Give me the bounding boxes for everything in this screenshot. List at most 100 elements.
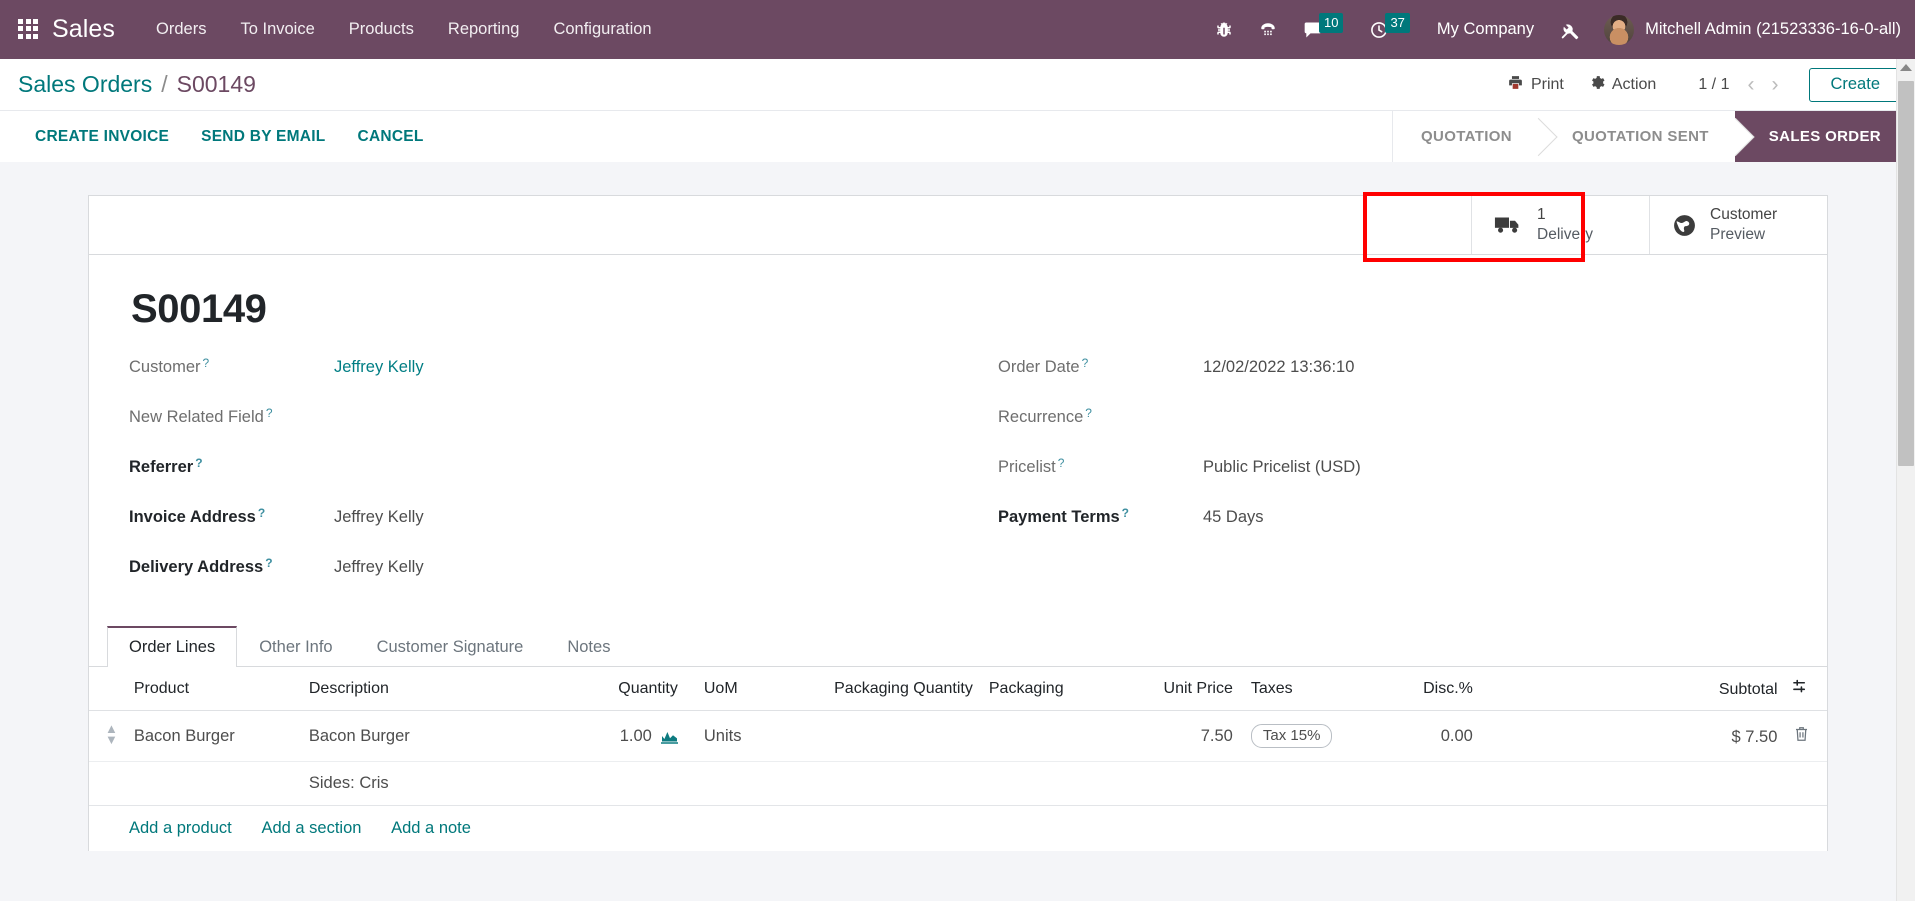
scrollbar-thumb[interactable]	[1898, 81, 1914, 466]
form-view: 1 Delivery Customer Preview S00149 Custo…	[0, 162, 1896, 901]
field-payment-terms-value[interactable]: 45 Days	[1203, 508, 1264, 527]
column-options-icon[interactable]	[1792, 679, 1809, 699]
app-brand-sales[interactable]: Sales	[52, 15, 115, 44]
tab-customer-signature[interactable]: Customer Signature	[355, 626, 546, 667]
col-description[interactable]: Description	[300, 667, 576, 711]
breadcrumb-sales-orders[interactable]: Sales Orders	[18, 71, 152, 98]
col-taxes[interactable]: Taxes	[1240, 667, 1371, 711]
scroll-up-arrow-icon[interactable]	[1900, 64, 1912, 71]
tab-other-info[interactable]: Other Info	[237, 626, 354, 667]
row-drag-handle-cell[interactable]: ▲ ▼	[89, 710, 126, 763]
table-row-sub-description[interactable]: Sides: Cris	[89, 761, 1827, 807]
tab-order-lines[interactable]: Order Lines	[107, 626, 238, 667]
field-invoice-address-value[interactable]: Jeffrey Kelly	[334, 508, 424, 527]
col-packaging-quantity[interactable]: Packaging Quantity	[805, 667, 981, 711]
help-icon[interactable]: ?	[1058, 456, 1065, 470]
menu-orders[interactable]: Orders	[139, 13, 223, 46]
cell-unit-price[interactable]: 7.50	[1130, 710, 1241, 763]
menu-reporting[interactable]: Reporting	[431, 13, 537, 46]
user-menu[interactable]: Mitchell Admin (21523336-16-0-all)	[1604, 14, 1901, 45]
breadcrumb-current: S00149	[176, 71, 256, 97]
company-switcher[interactable]: My Company	[1437, 20, 1534, 39]
messages-icon[interactable]: 10	[1303, 12, 1344, 40]
printer-icon	[1507, 74, 1524, 96]
gear-icon	[1588, 74, 1605, 96]
apps-grid-icon[interactable]	[18, 18, 40, 41]
col-packaging[interactable]: Packaging	[980, 667, 1131, 711]
cell-packaging[interactable]	[980, 710, 1131, 763]
table-row[interactable]: ▲ ▼ Bacon Burger Bacon Burger 1.00 Units…	[89, 710, 1827, 763]
field-delivery-address-value[interactable]: Jeffrey Kelly	[334, 558, 424, 577]
col-product[interactable]: Product	[125, 667, 301, 711]
action-label: Action	[1611, 75, 1657, 93]
delivery-count: 1	[1537, 205, 1546, 223]
help-icon[interactable]: ?	[265, 556, 272, 570]
field-delivery-address-label: Delivery Address ?	[129, 556, 334, 577]
sheet-wrapper: 1 Delivery Customer Preview S00149 Custo…	[0, 195, 1896, 852]
control-panel-actions: Print Action 1 / 1 ‹ › Create	[1495, 67, 1901, 102]
control-panel-top: Sales Orders / S00149 Print Action 1 / 1…	[0, 59, 1915, 110]
field-pricelist: Pricelist ? Public Pricelist (USD)	[998, 456, 1787, 496]
status-stage-sales-order[interactable]: Sales Order	[1734, 111, 1915, 162]
cell-quantity[interactable]: 1.00	[575, 710, 686, 763]
drag-handle-icon[interactable]: ▲ ▼	[105, 722, 118, 746]
cell-taxes[interactable]: Tax 15%	[1240, 710, 1371, 763]
delivery-smart-button[interactable]: 1 Delivery	[1471, 196, 1649, 254]
pager-previous-button[interactable]: ‹	[1740, 74, 1761, 95]
menu-to-invoice[interactable]: To Invoice	[223, 13, 331, 46]
sparkline-forecast-icon[interactable]	[660, 729, 678, 744]
quantity-widget: 1.00	[620, 727, 678, 746]
voip-phone-icon[interactable]	[1259, 21, 1277, 39]
cell-description[interactable]: Bacon Burger	[300, 710, 576, 763]
vertical-scrollbar[interactable]	[1896, 59, 1915, 901]
col-uom[interactable]: UoM	[685, 667, 806, 711]
cancel-button[interactable]: CANCEL	[342, 120, 440, 154]
activities-clock-icon[interactable]: 37	[1369, 12, 1410, 40]
customer-preview-smart-button[interactable]: Customer Preview	[1649, 196, 1827, 254]
field-order-date-value[interactable]: 12/02/2022 13:36:10	[1203, 358, 1354, 377]
field-customer-value[interactable]: Jeffrey Kelly	[334, 358, 424, 377]
help-icon[interactable]: ?	[195, 456, 202, 470]
action-button[interactable]: Action	[1576, 68, 1668, 102]
col-discount[interactable]: Disc.%	[1370, 667, 1481, 711]
status-stage-quotation[interactable]: Quotation	[1393, 111, 1538, 162]
cell-discount[interactable]: 0.00	[1370, 710, 1481, 763]
quantity-value: 1.00	[619, 726, 652, 745]
col-quantity[interactable]: Quantity	[575, 667, 686, 711]
help-icon[interactable]: ?	[258, 506, 265, 520]
create-invoice-button[interactable]: CREATE INVOICE	[19, 120, 185, 154]
help-icon[interactable]: ?	[1122, 506, 1129, 520]
add-a-note-link[interactable]: Add a note	[391, 819, 471, 837]
add-a-section-link[interactable]: Add a section	[261, 819, 361, 837]
cell-packaging-quantity[interactable]	[805, 710, 981, 763]
pager-next-button[interactable]: ›	[1764, 74, 1785, 95]
field-new-related-field: New Related Field ?	[129, 406, 958, 446]
bug-icon[interactable]	[1215, 21, 1233, 39]
notebook: Order Lines Other Info Customer Signatur…	[89, 626, 1827, 851]
field-customer-label-text: Customer	[129, 358, 201, 376]
breadcrumb-separator: /	[161, 71, 168, 97]
field-new-related-field-label: New Related Field ?	[129, 406, 334, 427]
col-unit-price[interactable]: Unit Price	[1130, 667, 1241, 711]
menu-configuration[interactable]: Configuration	[536, 13, 668, 46]
status-bar: Quotation Quotation Sent Sales Order	[1392, 111, 1915, 162]
print-button[interactable]: Print	[1495, 68, 1576, 102]
cell-product[interactable]: Bacon Burger	[125, 710, 301, 763]
send-by-email-button[interactable]: SEND BY EMAIL	[185, 120, 341, 154]
help-icon[interactable]: ?	[1082, 356, 1089, 370]
help-icon[interactable]: ?	[266, 406, 273, 420]
add-a-product-link[interactable]: Add a product	[129, 819, 232, 837]
cell-sub-description[interactable]: Sides: Cris	[300, 761, 576, 807]
wrench-screwdriver-icon[interactable]	[1559, 19, 1581, 41]
tax-badge: Tax 15%	[1250, 724, 1333, 749]
status-stage-quotation-sent[interactable]: Quotation Sent	[1537, 111, 1735, 162]
help-icon[interactable]: ?	[203, 356, 210, 370]
create-button[interactable]: Create	[1809, 67, 1901, 102]
top-navbar: Sales Orders To Invoice Products Reporti…	[0, 0, 1915, 59]
trash-icon[interactable]	[1794, 726, 1809, 746]
tab-notes[interactable]: Notes	[545, 626, 632, 667]
cell-uom[interactable]: Units	[685, 710, 806, 763]
field-pricelist-value[interactable]: Public Pricelist (USD)	[1203, 458, 1361, 477]
menu-products[interactable]: Products	[332, 13, 431, 46]
help-icon[interactable]: ?	[1085, 406, 1092, 420]
